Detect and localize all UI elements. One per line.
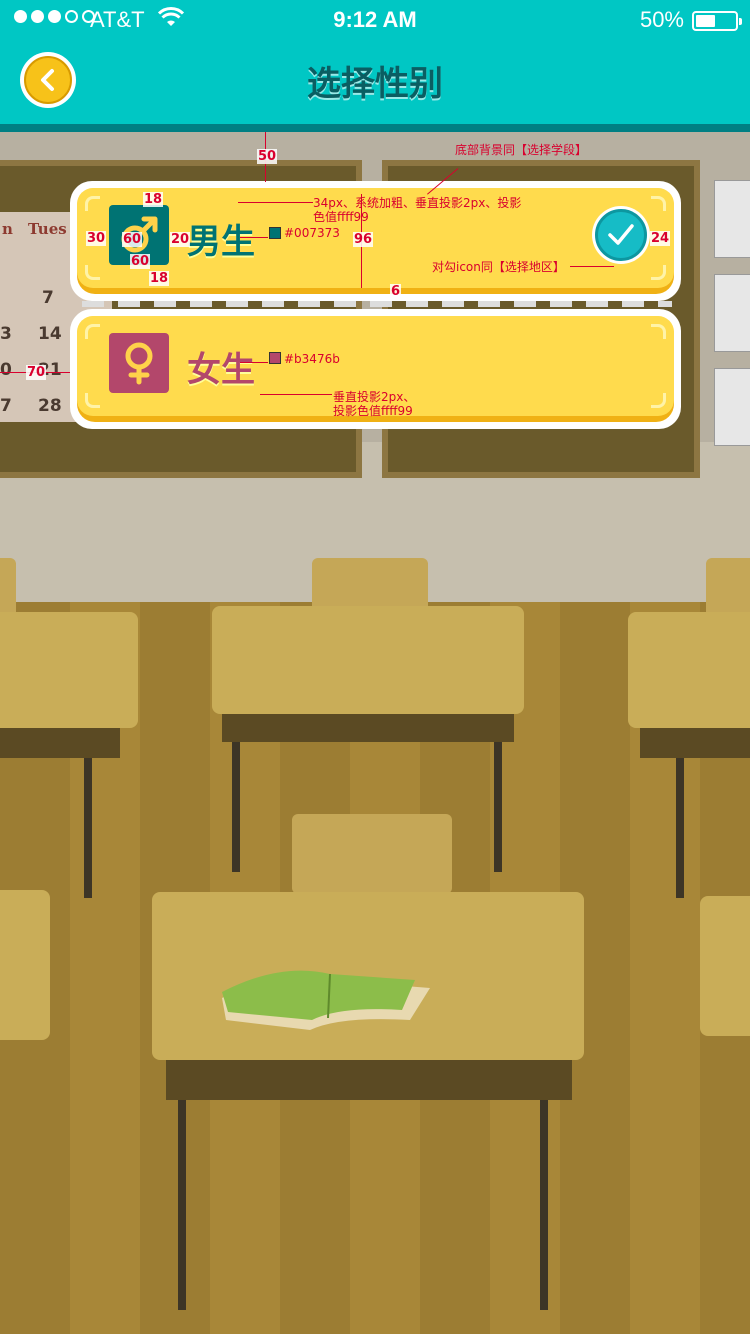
poster [714, 274, 750, 352]
divider [82, 301, 672, 307]
desk [628, 612, 750, 728]
option-label: 女生 [187, 350, 255, 390]
check-icon [608, 224, 634, 245]
desk [700, 896, 750, 1036]
status-time: 9:12 AM [333, 7, 417, 32]
poster [714, 180, 750, 258]
header-bottom-border [0, 124, 750, 132]
desk [0, 612, 138, 728]
page-title: 选择性别 [307, 64, 443, 104]
female-symbol-icon [109, 333, 169, 393]
selected-check [592, 206, 650, 264]
option-label: 男生 [187, 222, 255, 262]
status-bar: AT&T 9:12 AM 50% [0, 0, 750, 40]
book-icon [222, 970, 430, 1030]
battery-icon [692, 11, 742, 31]
poster [714, 368, 750, 446]
desk [212, 606, 524, 714]
battery-percent: 50% [639, 7, 684, 32]
desk [0, 890, 50, 1040]
